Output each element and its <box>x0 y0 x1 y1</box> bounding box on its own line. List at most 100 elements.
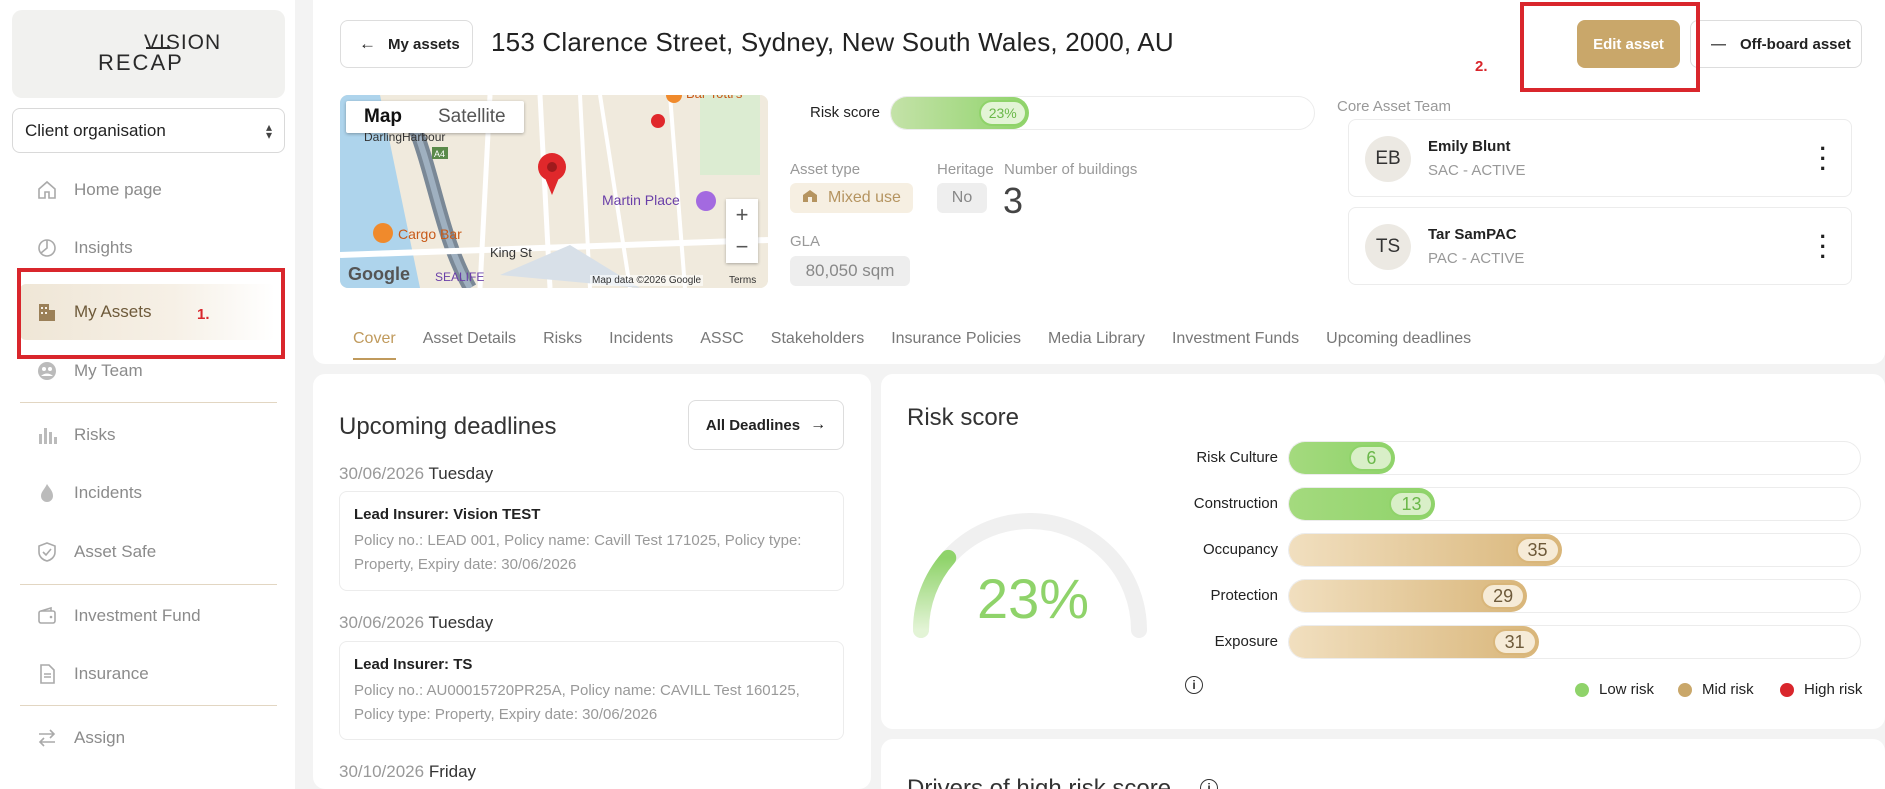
tab-incidents[interactable]: Incidents <box>609 330 673 360</box>
tab-stakeholders[interactable]: Stakeholders <box>771 330 864 360</box>
tab-risks[interactable]: Risks <box>543 330 582 360</box>
tab-insurance-policies[interactable]: Insurance Policies <box>891 330 1021 360</box>
sidebar-item-home[interactable]: Home page <box>20 168 275 212</box>
legend-dot <box>1780 682 1794 697</box>
asset-tabs: Cover Asset Details Risks Incidents ASSC… <box>353 330 1498 360</box>
map-terms-link[interactable]: Terms <box>729 275 756 286</box>
zoom-in-icon[interactable]: + <box>736 202 749 228</box>
map-label-king: King St <box>490 245 532 260</box>
sidebar-item-label: Risks <box>74 425 116 444</box>
tab-cover[interactable]: Cover <box>353 330 396 360</box>
sidebar-item-insights[interactable]: Insights <box>20 226 275 270</box>
risk-category-value: 31 <box>1492 629 1537 655</box>
member-name: Tar SamPAC <box>1428 226 1517 243</box>
back-button-label: My assets <box>388 35 460 53</box>
buildings-value: 3 <box>1003 180 1024 221</box>
risk-category-bar: 35 <box>1288 533 1861 567</box>
deadline-card[interactable]: Lead Insurer: Vision TEST Policy no.: LE… <box>339 491 844 591</box>
risk-score-value: 23% <box>978 100 1027 126</box>
tab-asset-details[interactable]: Asset Details <box>423 330 516 360</box>
more-options-icon[interactable]: · · · <box>1820 226 1827 268</box>
sidebar-item-label: Assign <box>74 728 126 747</box>
sidebar-item-incidents[interactable]: Incidents <box>20 471 275 515</box>
sidebar-item-label: Incidents <box>74 483 143 502</box>
sidebar-item-insurance[interactable]: Insurance <box>20 652 275 696</box>
risk-category-bar: 6 <box>1288 441 1861 475</box>
risk-score-bar: 23% <box>890 96 1315 130</box>
map-label-cargo: Cargo Bar <box>398 226 462 242</box>
asset-type-tag: Mixed use <box>790 183 913 213</box>
risk-score-label: Risk score <box>810 104 881 121</box>
deadline-description: Policy no.: LEAD 001, Policy name: Cavil… <box>354 532 802 573</box>
risk-category-fill: 35 <box>1289 534 1562 566</box>
map-label-martin: Martin Place <box>602 192 680 208</box>
legend-label: High risk <box>1804 681 1863 698</box>
info-icon[interactable]: i <box>1185 676 1203 694</box>
deadline-card[interactable]: Lead Insurer: TS Policy no.: AU00015720P… <box>339 641 844 740</box>
tab-upcoming-deadlines[interactable]: Upcoming deadlines <box>1326 330 1471 360</box>
google-logo: Google <box>348 264 410 284</box>
building-icon <box>802 189 818 208</box>
legend-mid: Mid risk <box>1678 681 1754 698</box>
shield-icon <box>36 541 58 563</box>
asset-title: 153 Clarence Street, Sydney, New South W… <box>491 27 1174 57</box>
nav-divider <box>20 402 277 403</box>
sidebar-item-assign[interactable]: Assign <box>20 716 275 760</box>
all-deadlines-button[interactable]: All Deadlines → <box>688 400 844 450</box>
tab-media-library[interactable]: Media Library <box>1048 330 1145 360</box>
deadline-date: 30/06/2026 Tuesday <box>339 613 493 633</box>
swap-icon <box>36 727 58 749</box>
gauge-fill <box>913 549 957 638</box>
risk-category-label: Exposure <box>1214 633 1278 650</box>
document-icon <box>36 663 58 685</box>
team-member-card[interactable]: EB Emily Blunt SAC - ACTIVE · · · <box>1348 119 1852 197</box>
legend-label: Low risk <box>1599 681 1655 698</box>
map-type-tabs: Map Satellite <box>346 101 524 133</box>
legend-dot <box>1575 682 1589 697</box>
insights-icon <box>36 237 58 259</box>
organisation-select[interactable]: Client organisation ▴ ▾ <box>12 108 285 153</box>
risk-category-fill: 13 <box>1289 488 1436 520</box>
tab-investment-funds[interactable]: Investment Funds <box>1172 330 1299 360</box>
gauge-value: 23% <box>977 567 1090 630</box>
drivers-title: Drivers of high risk score <box>907 775 1172 789</box>
back-to-my-assets-button[interactable]: ← My assets <box>340 20 473 68</box>
deadline-day: Friday <box>428 762 477 781</box>
sidebar-item-label: My Team <box>74 361 143 380</box>
flame-icon <box>36 482 58 504</box>
risk-category-value: 6 <box>1349 445 1394 471</box>
sidebar-item-investment-fund[interactable]: Investment Fund <box>20 594 275 638</box>
member-name: Emily Blunt <box>1428 138 1511 155</box>
sidebar-item-label: Home page <box>74 180 162 199</box>
logo-box: VISION RECAP <box>12 10 285 98</box>
tab-assc[interactable]: ASSC <box>700 330 744 360</box>
sidebar-item-risks[interactable]: Risks <box>20 413 275 457</box>
zoom-out-icon[interactable]: − <box>736 234 749 260</box>
team-member-card[interactable]: TS Tar SamPAC PAC - ACTIVE · · · <box>1348 207 1852 285</box>
map-tab-satellite[interactable]: Satellite <box>420 101 524 133</box>
organisation-select-value: Client organisation <box>25 120 166 140</box>
risk-category-label: Construction <box>1193 495 1278 512</box>
sidebar-item-label: Insurance <box>74 664 149 683</box>
risk-score-fill: 23% <box>891 97 1029 129</box>
sidebar-item-asset-safe[interactable]: Asset Safe <box>20 530 275 574</box>
buildings-label: Number of buildings <box>1004 161 1138 178</box>
nav-divider <box>20 705 277 706</box>
sidebar-item-label: Asset Safe <box>74 542 157 561</box>
risk-category-label: Risk Culture <box>1196 449 1278 466</box>
more-options-icon[interactable]: · · · <box>1820 138 1827 180</box>
map-tab-map[interactable]: Map <box>346 101 420 133</box>
risk-category-fill: 29 <box>1289 580 1528 612</box>
off-board-asset-button[interactable]: — Off-board asset <box>1690 20 1862 68</box>
wallet-icon <box>36 605 58 627</box>
risk-category-value: 29 <box>1481 583 1526 609</box>
bar-chart-icon <box>36 424 58 446</box>
deadline-date: 30/06/2026 Tuesday <box>339 464 493 484</box>
core-team-label: Core Asset Team <box>1337 98 1451 115</box>
legend-dot <box>1678 682 1692 697</box>
sidebar-item-label: Investment Fund <box>74 606 201 625</box>
avatar: EB <box>1365 136 1411 182</box>
all-deadlines-label: All Deadlines <box>705 416 801 434</box>
risk-category-fill: 6 <box>1289 442 1396 474</box>
asset-map[interactable]: Cargo Bar Martin Place King St DarlingHa… <box>340 95 768 288</box>
